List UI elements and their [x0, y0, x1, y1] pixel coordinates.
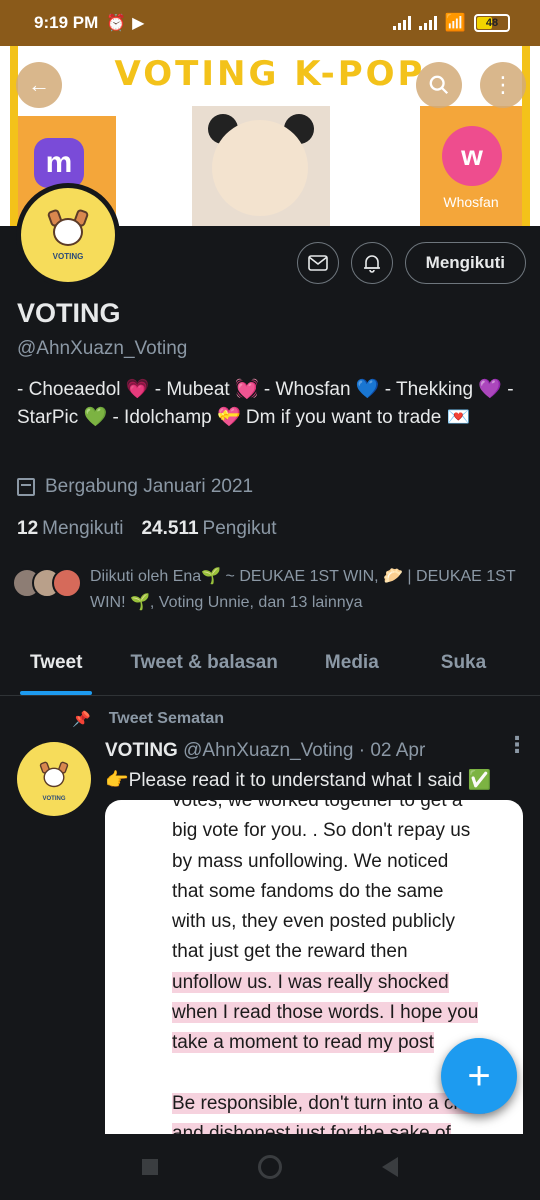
- status-time: 9:19 PM: [34, 13, 99, 32]
- followers-count: 24.511: [141, 518, 199, 539]
- following-label: Mengikuti: [42, 518, 124, 539]
- more-vertical-icon: ⋮: [506, 732, 528, 757]
- tweet-header: VOTING @AhnXuazn_Voting · 02 Apr: [105, 740, 425, 762]
- media-text-line: votes, we worked together to get a: [172, 800, 463, 811]
- plus-icon: +: [467, 1053, 491, 1098]
- media-text-line: when I read those words. I hope you: [172, 1002, 479, 1024]
- profile-avatar[interactable]: VOTING: [16, 183, 120, 287]
- back-nav-button[interactable]: [382, 1157, 398, 1177]
- joined-date: Bergabung Januari 2021: [17, 476, 253, 498]
- media-text-line: with us, they even posted publicly: [172, 911, 456, 933]
- pin-icon: 📌: [72, 711, 91, 728]
- follow-stats: 12 Mengikuti 24.511 Pengikut: [17, 518, 277, 540]
- profile-bio: - Choeaedol 💗 - Mubeat 💓 - Whosfan 💙 - T…: [17, 379, 514, 428]
- mail-icon: [307, 255, 328, 271]
- followed-by[interactable]: Diikuti oleh Ena🌱 ~ DEUKAE 1ST WIN, 🥟 | …: [12, 568, 520, 616]
- media-text-line: unfollow us. I was really shocked: [172, 971, 449, 993]
- signal-icon: [392, 16, 411, 30]
- profile-handle: @AhnXuazn_Voting: [17, 338, 188, 359]
- tab-tweet-replies[interactable]: Tweet & balasan: [130, 632, 277, 695]
- following-button[interactable]: Mengikuti: [404, 242, 526, 284]
- followed-by-text: Diikuti oleh Ena🌱 ~ DEUKAE 1ST WIN, 🥟 | …: [90, 568, 516, 611]
- tab-media[interactable]: Media: [325, 632, 379, 695]
- media-text-line: big vote for you. . So don't repay us: [172, 820, 471, 842]
- banner-cat-photo: [192, 106, 330, 226]
- media-text-line: by mass unfollowing. We noticed: [172, 850, 449, 872]
- alarm-off-icon: ⏰: [106, 15, 127, 32]
- pinned-label: 📌 Tweet Sematan: [72, 710, 224, 728]
- status-bar: 9:19 PM ⏰ ▶ 📶 48: [0, 0, 540, 46]
- notifications-button[interactable]: [350, 242, 393, 284]
- dog-avatar-icon: [45, 207, 91, 250]
- battery-icon: 48: [474, 14, 510, 32]
- play-icon: ▶: [132, 15, 145, 32]
- home-button[interactable]: [258, 1155, 282, 1179]
- more-options-button[interactable]: ⋮: [480, 62, 526, 108]
- banner-card-whosfan: w Whosfan: [420, 106, 522, 226]
- search-button[interactable]: [416, 62, 462, 108]
- signal-icon: [418, 16, 437, 30]
- battery-level: 48: [485, 17, 499, 29]
- recents-button[interactable]: [142, 1159, 158, 1175]
- compose-tweet-button[interactable]: +: [441, 1038, 517, 1114]
- following-count: 12: [17, 518, 39, 539]
- tweet-avatar[interactable]: VOTING: [17, 742, 91, 816]
- dog-avatar-icon: [38, 760, 70, 790]
- tab-tweet[interactable]: Tweet: [19, 632, 93, 695]
- calendar-icon: [17, 478, 35, 496]
- message-button[interactable]: [296, 242, 339, 284]
- whosfan-app-icon: w: [442, 126, 502, 186]
- mubeat-app-icon: m: [34, 138, 84, 188]
- pinned-text: Tweet Sematan: [108, 710, 224, 727]
- tweet-text: 👉Please read it to understand what I sai…: [105, 770, 492, 791]
- tweet-author-name[interactable]: VOTING: [105, 740, 178, 761]
- search-icon: [429, 75, 449, 95]
- cat-image: [212, 120, 308, 216]
- tab-likes[interactable]: Suka: [441, 632, 486, 695]
- following-link[interactable]: 12 Mengikuti: [17, 518, 123, 540]
- profile-tabs: Tweet Tweet & balasan Media Suka: [0, 632, 540, 696]
- profile-actions: Mengikuti: [296, 242, 526, 284]
- joined-text: Bergabung Januari 2021: [45, 476, 254, 497]
- avatar-tag: VOTING: [42, 796, 66, 802]
- avatar: [52, 568, 82, 598]
- media-text-line: that some fandoms do the same: [172, 880, 444, 902]
- arrow-left-icon: ←: [28, 72, 50, 97]
- bell-plus-icon: [363, 255, 380, 273]
- tweet-more-button[interactable]: ⋮: [506, 734, 528, 756]
- wifi-icon: 📶: [444, 13, 466, 32]
- followers-label: Pengikut: [202, 518, 277, 539]
- back-button[interactable]: ←: [16, 62, 62, 108]
- profile-name: VOTING: [17, 298, 121, 328]
- tweet-meta: @AhnXuazn_Voting · 02 Apr: [183, 740, 426, 761]
- media-text-line: that just get the reward then: [172, 941, 408, 963]
- system-nav-bar: [0, 1134, 540, 1200]
- followers-link[interactable]: 24.511 Pengikut: [141, 518, 276, 540]
- more-vertical-icon: ⋮: [492, 72, 514, 97]
- whosfan-label: Whosfan: [443, 194, 499, 210]
- media-text-line: and dishonest just for the sake of: [172, 1119, 517, 1134]
- follower-avatars: [12, 568, 82, 616]
- avatar-tag: VOTING: [52, 251, 84, 261]
